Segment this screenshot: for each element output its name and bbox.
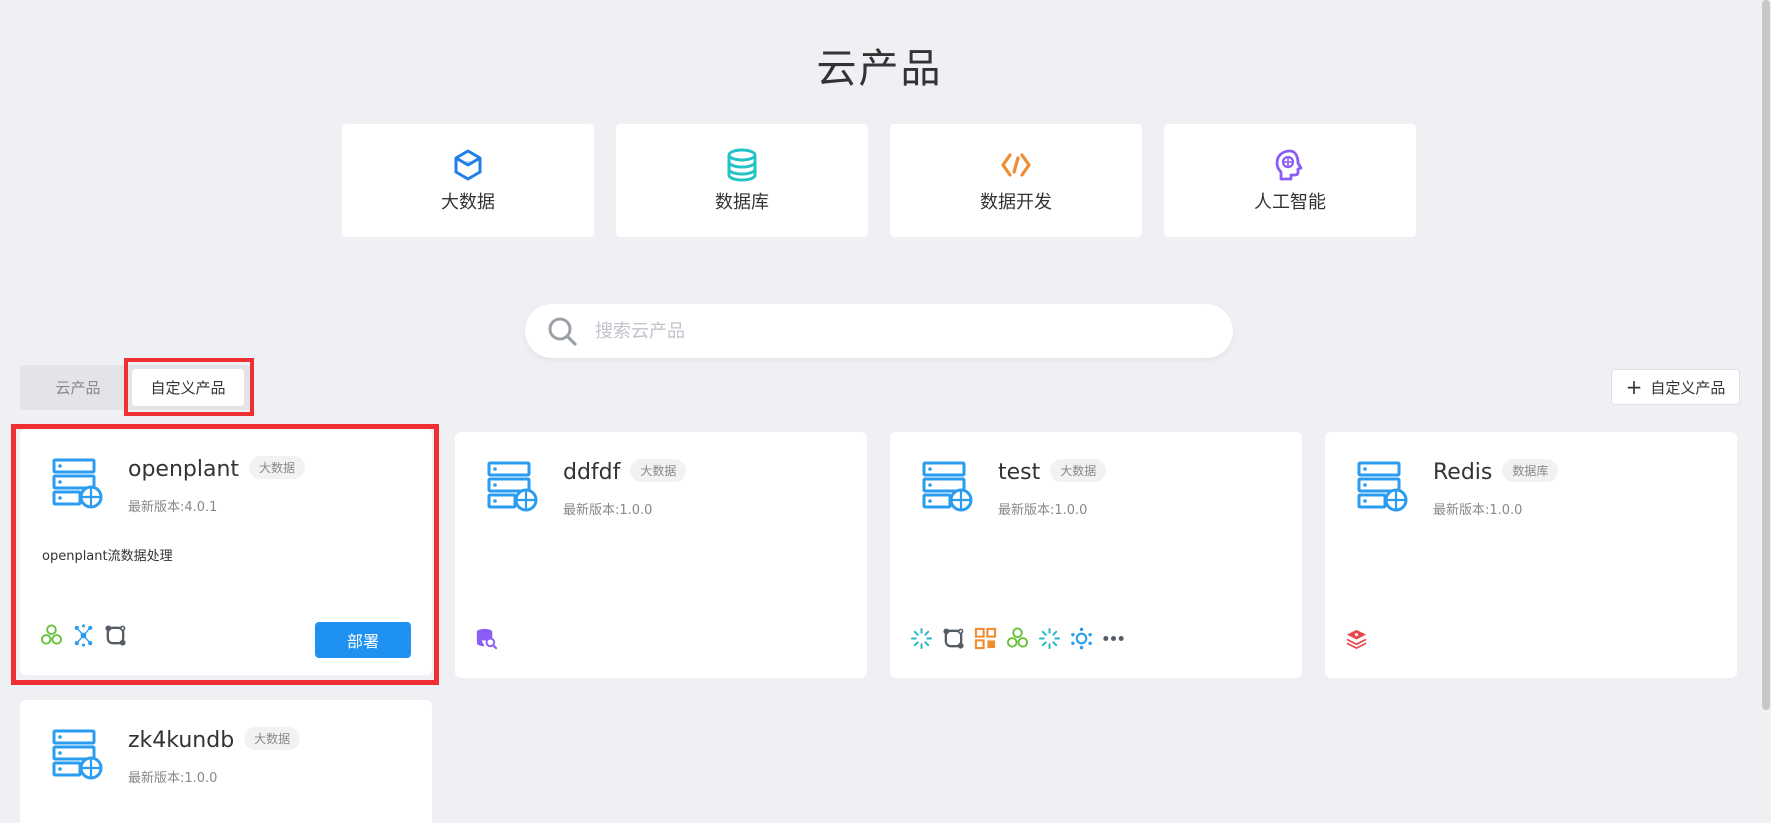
plus-icon: + xyxy=(1625,375,1643,399)
product-card-redis[interactable]: Redis 数据库 最新版本:1.0.0 xyxy=(1325,432,1737,678)
add-custom-product-label: 自定义产品 xyxy=(1650,378,1726,397)
deploy-button[interactable]: 部署 xyxy=(315,622,411,658)
search-icon xyxy=(548,317,577,346)
product-card-ddfdf[interactable]: ddfdf 大数据 最新版本:1.0.0 xyxy=(455,432,867,678)
category-card-bigdata[interactable]: 大数据 xyxy=(342,124,594,237)
product-version: 最新版本:1.0.0 xyxy=(128,771,218,786)
search-input[interactable] xyxy=(595,320,1195,342)
search-bar[interactable] xyxy=(525,304,1233,358)
category-tag: 大数据 xyxy=(244,726,301,750)
category-tag: 大数据 xyxy=(1050,458,1107,482)
tech-icon-row xyxy=(475,627,498,650)
category-row: 大数据 数据库 数据开发 人工智能 xyxy=(342,124,1416,237)
brain-icon xyxy=(1275,149,1303,180)
category-tag: 大数据 xyxy=(249,455,306,479)
category-label: 数据库 xyxy=(715,191,769,213)
spark-icon xyxy=(910,627,933,650)
product-version: 最新版本:1.0.0 xyxy=(998,503,1088,518)
database-icon xyxy=(727,148,757,182)
nodes-icon xyxy=(74,624,93,647)
cycle-icon xyxy=(943,628,964,649)
category-card-dataops[interactable]: 数据开发 xyxy=(890,124,1142,237)
product-card-zk4kundb[interactable]: zk4kundb 大数据 最新版本:1.0.0 xyxy=(20,700,432,823)
category-label: 大数据 xyxy=(441,191,495,213)
product-version: 最新版本:1.0.0 xyxy=(1433,503,1523,518)
code-icon xyxy=(1001,152,1031,177)
cube-icon xyxy=(454,149,482,180)
product-version: 最新版本:4.0.1 xyxy=(128,500,218,515)
spark-icon xyxy=(1038,627,1061,650)
tab-cloud-products[interactable]: 云产品 xyxy=(24,369,132,406)
product-name-text: openplant xyxy=(128,457,240,482)
hexagons-icon xyxy=(40,624,63,645)
product-name: Redis 数据库 xyxy=(1433,458,1559,485)
more-icon[interactable] xyxy=(1102,627,1125,650)
product-name: test 大数据 xyxy=(998,458,1107,485)
product-name-text: Redis xyxy=(1433,460,1493,485)
hexagons-icon xyxy=(1006,627,1029,648)
db-search-icon xyxy=(476,628,498,650)
product-name: ddfdf 大数据 xyxy=(563,458,687,485)
grid-icon xyxy=(974,627,997,650)
product-version: 最新版本:1.0.0 xyxy=(563,503,653,518)
server-icon xyxy=(1357,461,1408,512)
product-name: openplant 大数据 xyxy=(128,455,306,482)
server-icon xyxy=(922,461,973,512)
tech-icon-row xyxy=(1345,627,1368,650)
product-name-text: test xyxy=(998,460,1041,485)
category-label: 人工智能 xyxy=(1254,191,1326,213)
server-icon xyxy=(52,458,103,509)
cycle-icon xyxy=(105,625,126,646)
scrollbar-thumb[interactable] xyxy=(1762,0,1770,710)
add-custom-product-button[interactable]: + 自定义产品 xyxy=(1611,369,1740,405)
server-icon xyxy=(487,461,538,512)
category-card-database[interactable]: 数据库 xyxy=(616,124,868,237)
product-card-test[interactable]: test 大数据 最新版本:1.0.0 xyxy=(890,432,1302,678)
page-title: 云产品 xyxy=(816,46,943,92)
product-name: zk4kundb 大数据 xyxy=(128,726,301,753)
redis-icon xyxy=(1346,629,1367,650)
category-card-ai[interactable]: 人工智能 xyxy=(1164,124,1416,237)
tab-custom-products[interactable]: 自定义产品 xyxy=(132,369,244,406)
product-name-text: ddfdf xyxy=(563,460,621,485)
tech-icon-row xyxy=(40,624,127,647)
tech-icon-row xyxy=(910,627,1125,650)
product-card-openplant[interactable]: openplant 大数据 最新版本:4.0.1 openplant流数据处理 部… xyxy=(20,429,432,675)
server-icon xyxy=(52,729,103,780)
product-tabs: 云产品 自定义产品 xyxy=(20,365,252,410)
scrollbar-track[interactable] xyxy=(1761,0,1771,823)
category-label: 数据开发 xyxy=(980,191,1052,213)
product-name-text: zk4kundb xyxy=(128,728,235,753)
category-tag: 大数据 xyxy=(630,458,687,482)
product-description: openplant流数据处理 xyxy=(42,549,173,564)
category-tag: 数据库 xyxy=(1502,458,1559,482)
atom-icon xyxy=(1071,627,1092,650)
